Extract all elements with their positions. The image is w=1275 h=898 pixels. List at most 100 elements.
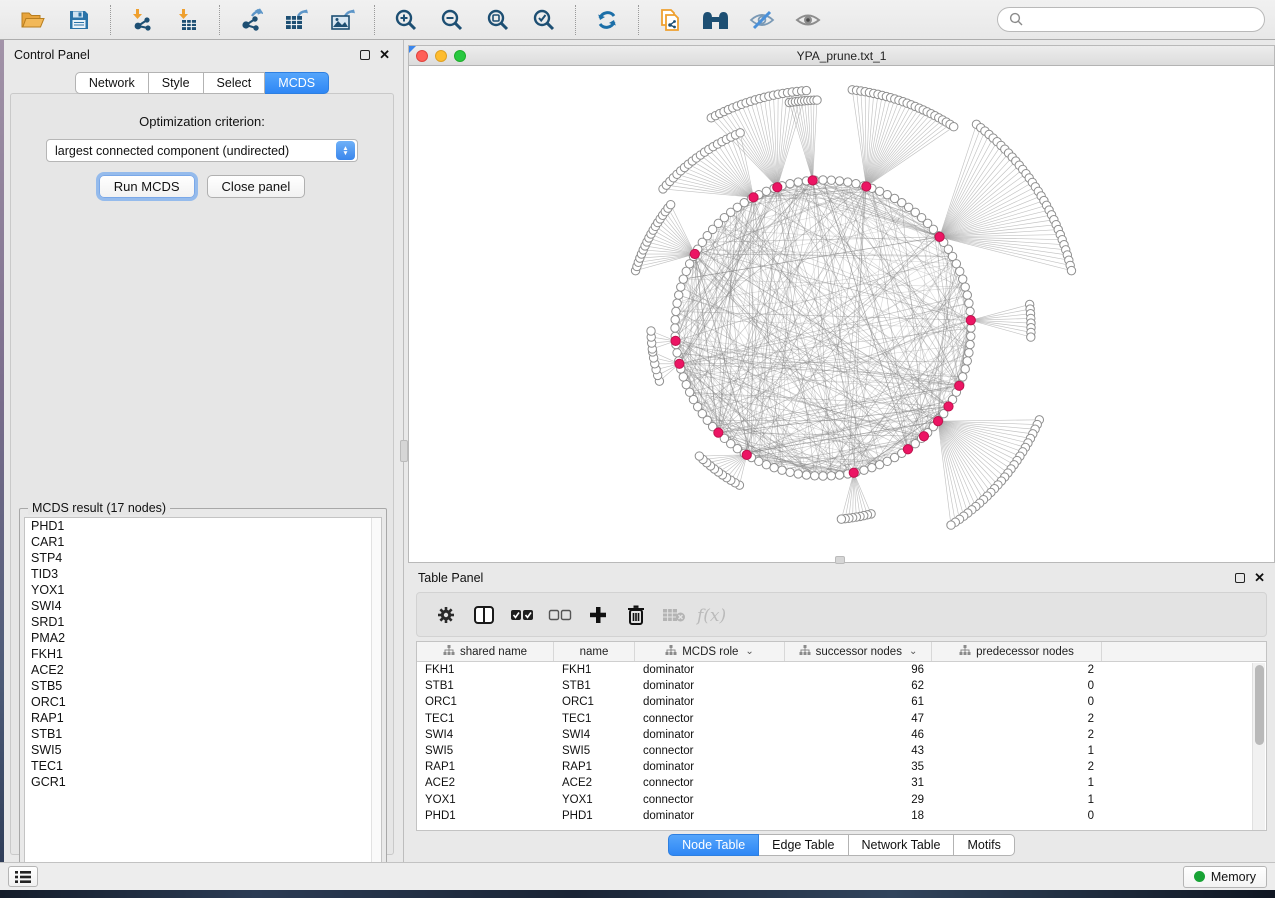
network-node[interactable]: [868, 463, 876, 471]
network-hub-node[interactable]: [808, 176, 817, 185]
memory-button[interactable]: Memory: [1183, 866, 1267, 888]
mcds-result-item[interactable]: SWI5: [25, 742, 381, 758]
network-node[interactable]: [958, 373, 966, 381]
table-row[interactable]: STB1STB1dominator620: [417, 678, 1266, 694]
network-node[interactable]: [675, 291, 683, 299]
mcds-result-item[interactable]: CAR1: [25, 534, 381, 550]
task-history-button[interactable]: [8, 866, 38, 887]
table-row[interactable]: FKH1FKH1dominator962: [417, 662, 1266, 678]
table-row[interactable]: SWI5SWI5connector431: [417, 743, 1266, 759]
network-hub-node[interactable]: [675, 359, 684, 368]
network-leaf-node[interactable]: [666, 200, 674, 208]
import-table-button[interactable]: [170, 4, 206, 36]
network-node[interactable]: [963, 291, 971, 299]
delete-column-button[interactable]: [619, 598, 653, 632]
network-node[interactable]: [860, 466, 868, 474]
run-mcds-button[interactable]: Run MCDS: [99, 175, 195, 198]
mcds-result-item[interactable]: TID3: [25, 566, 381, 582]
float-table-panel-icon[interactable]: [1235, 573, 1245, 583]
table-row[interactable]: PHD1PHD1dominator180: [417, 808, 1266, 824]
network-node[interactable]: [811, 472, 819, 480]
table-row[interactable]: SWI4SWI4dominator462: [417, 727, 1266, 743]
column-menu-chevron-icon[interactable]: ⌄: [745, 646, 753, 657]
network-leaf-node[interactable]: [1067, 266, 1075, 274]
network-hub-node[interactable]: [749, 193, 758, 202]
mcds-result-item[interactable]: ORC1: [25, 694, 381, 710]
mcds-result-item[interactable]: SRD1: [25, 614, 381, 630]
tab-select[interactable]: Select: [204, 72, 266, 94]
show-all-button[interactable]: [790, 4, 826, 36]
save-session-button[interactable]: [61, 4, 97, 36]
network-node[interactable]: [778, 466, 786, 474]
show-columns-button[interactable]: [467, 598, 501, 632]
network-hub-node[interactable]: [935, 232, 944, 241]
network-node[interactable]: [961, 365, 969, 373]
refresh-layout-button[interactable]: [589, 4, 625, 36]
open-file-button[interactable]: [15, 4, 51, 36]
network-node[interactable]: [956, 267, 964, 275]
network-node[interactable]: [844, 178, 852, 186]
tab-node-table[interactable]: Node Table: [668, 834, 759, 856]
network-node[interactable]: [673, 299, 681, 307]
network-node[interactable]: [852, 180, 860, 188]
network-node[interactable]: [794, 470, 802, 478]
network-node[interactable]: [679, 373, 687, 381]
network-node[interactable]: [819, 176, 827, 184]
network-hub-node[interactable]: [773, 183, 782, 192]
zoom-in-button[interactable]: [388, 4, 424, 36]
network-hub-node[interactable]: [714, 428, 723, 437]
network-node[interactable]: [967, 332, 975, 340]
network-leaf-node[interactable]: [1027, 333, 1035, 341]
search-input[interactable]: [997, 7, 1265, 32]
table-row[interactable]: YOX1YOX1connector291: [417, 792, 1266, 808]
select-all-columns-button[interactable]: [505, 598, 539, 632]
network-leaf-node[interactable]: [837, 515, 845, 523]
column-header-shared-name[interactable]: shared name: [417, 642, 554, 661]
close-panel-icon[interactable]: ✕: [379, 50, 390, 60]
network-node[interactable]: [802, 471, 810, 479]
network-node[interactable]: [679, 275, 687, 283]
network-leaf-node[interactable]: [947, 521, 955, 529]
mcds-result-item[interactable]: STB1: [25, 726, 381, 742]
network-hub-node[interactable]: [742, 450, 751, 459]
network-hub-node[interactable]: [944, 402, 953, 411]
column-menu-chevron-icon[interactable]: ⌄: [909, 646, 917, 657]
zoom-fit-button[interactable]: [480, 4, 516, 36]
tab-edge-table[interactable]: Edge Table: [759, 834, 848, 856]
network-leaf-node[interactable]: [647, 327, 655, 335]
splitter-grip[interactable]: [400, 440, 408, 462]
column-header-successor-nodes[interactable]: successor nodes⌄: [785, 642, 932, 661]
column-header-name[interactable]: name: [554, 642, 635, 661]
network-node[interactable]: [671, 316, 679, 324]
mcds-result-item[interactable]: PHD1: [25, 518, 381, 534]
network-node[interactable]: [966, 340, 974, 348]
export-network-button[interactable]: [233, 4, 269, 36]
mcds-result-item[interactable]: STB5: [25, 678, 381, 694]
network-node[interactable]: [958, 275, 966, 283]
network-hub-node[interactable]: [903, 445, 912, 454]
column-header-predecessor-nodes[interactable]: predecessor nodes: [932, 642, 1102, 661]
network-leaf-node[interactable]: [950, 123, 958, 131]
first-neighbors-button[interactable]: [698, 4, 734, 36]
network-node[interactable]: [819, 472, 827, 480]
mcds-result-item[interactable]: YOX1: [25, 582, 381, 598]
mcds-result-item[interactable]: GCR1: [25, 774, 381, 790]
mcds-result-item[interactable]: FKH1: [25, 646, 381, 662]
tab-style[interactable]: Style: [149, 72, 204, 94]
column-header-MCDS-role[interactable]: MCDS role⌄: [635, 642, 785, 661]
network-node[interactable]: [671, 324, 679, 332]
network-hub-node[interactable]: [955, 381, 964, 390]
network-node[interactable]: [827, 176, 835, 184]
network-node[interactable]: [762, 187, 770, 195]
table-row[interactable]: TEC1TEC1connector472: [417, 711, 1266, 727]
network-leaf-node[interactable]: [802, 86, 810, 94]
table-row[interactable]: ORC1ORC1dominator610: [417, 694, 1266, 710]
network-node[interactable]: [794, 178, 802, 186]
network-node[interactable]: [673, 349, 681, 357]
network-node[interactable]: [965, 299, 973, 307]
mcds-list-scrollbar[interactable]: [371, 518, 381, 872]
tab-network[interactable]: Network: [75, 72, 149, 94]
hide-selected-button[interactable]: [744, 4, 780, 36]
network-hub-node[interactable]: [690, 249, 699, 258]
unselect-all-columns-button[interactable]: [543, 598, 577, 632]
